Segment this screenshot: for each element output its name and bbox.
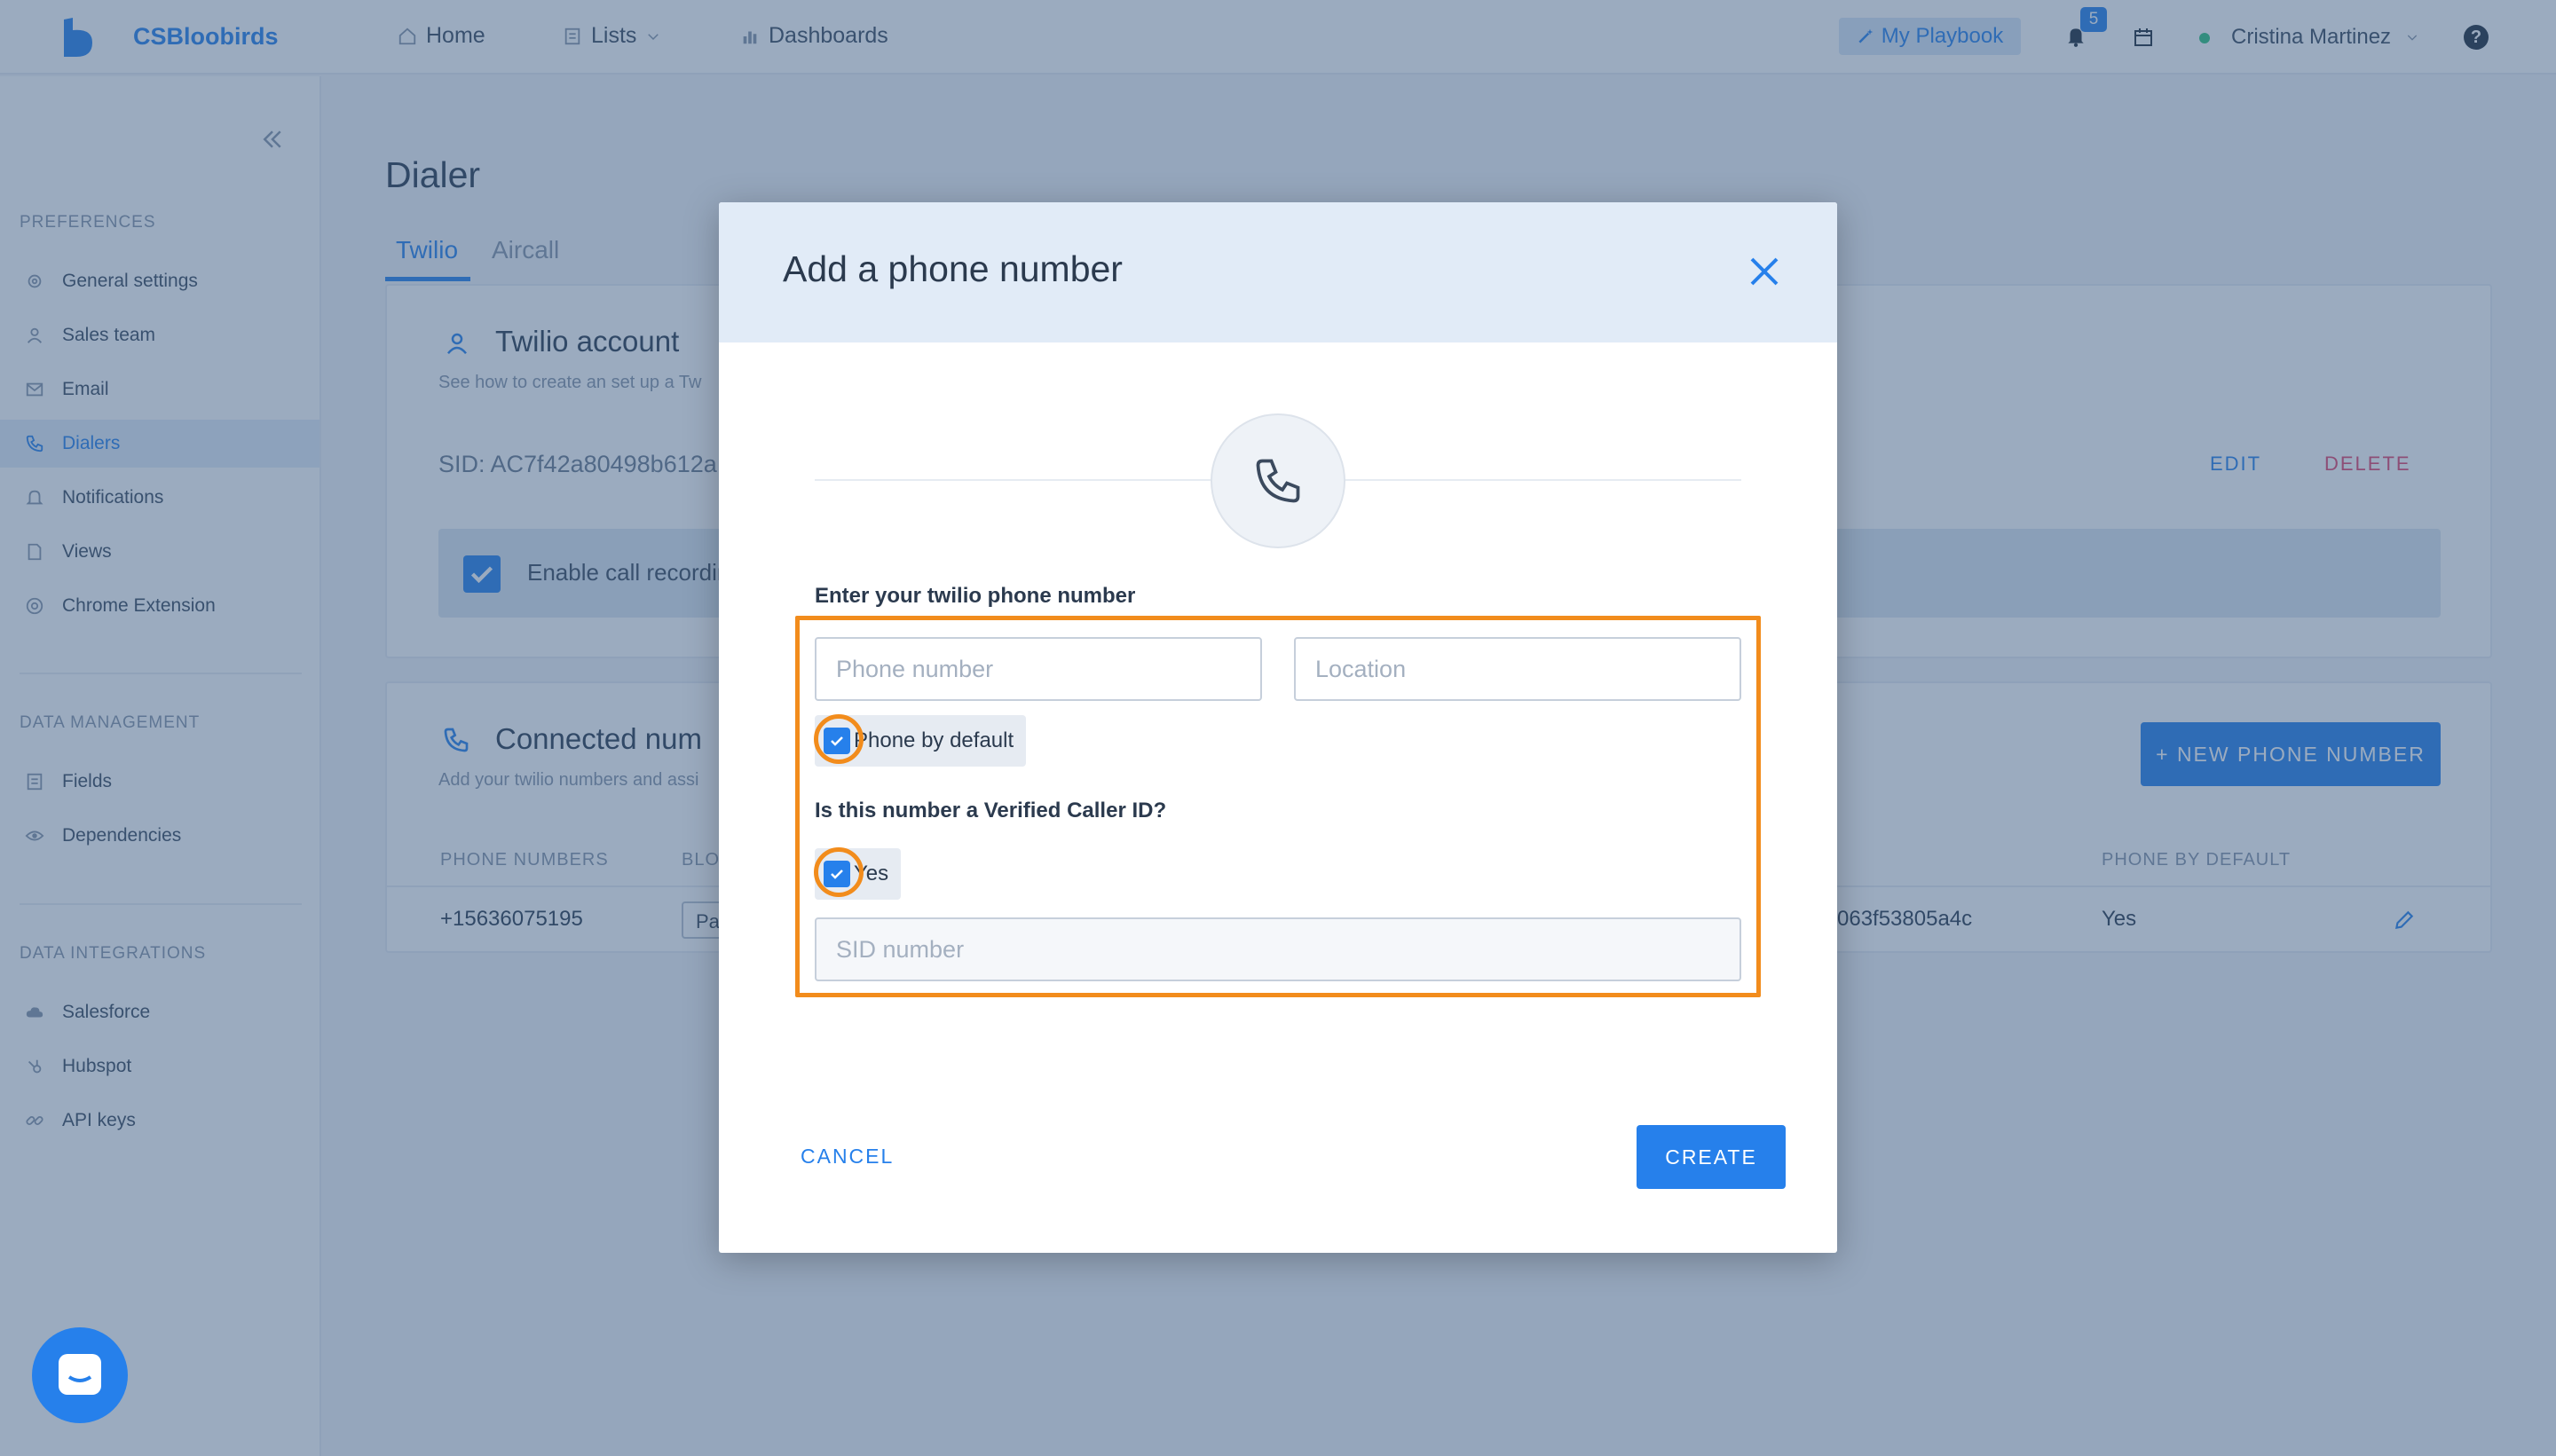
verified-caller-question: Is this number a Verified Caller ID? [815,799,1167,822]
highlight-ring [814,847,864,897]
phone-number-label: Enter your twilio phone number [815,584,1136,608]
phone-by-default-label: Phone by default [854,728,1014,752]
create-button-label: CREATE [1665,1145,1757,1169]
chat-icon [59,1354,101,1395]
create-button[interactable]: CREATE [1637,1125,1786,1189]
chat-launcher-button[interactable] [32,1327,128,1423]
sid-number-input[interactable] [815,917,1741,981]
phone-number-input[interactable] [815,637,1262,701]
modal-title: Add a phone number [783,248,1123,289]
phone-illustration [1211,413,1345,548]
cancel-button[interactable]: CANCEL [801,1145,894,1169]
phone-icon [1256,459,1300,503]
add-phone-number-modal: Add a phone number Enter your twilio pho… [719,202,1837,1253]
close-icon[interactable] [1747,254,1782,289]
location-input[interactable] [1294,637,1741,701]
highlight-ring [814,714,864,764]
modal-header: Add a phone number [719,202,1837,342]
